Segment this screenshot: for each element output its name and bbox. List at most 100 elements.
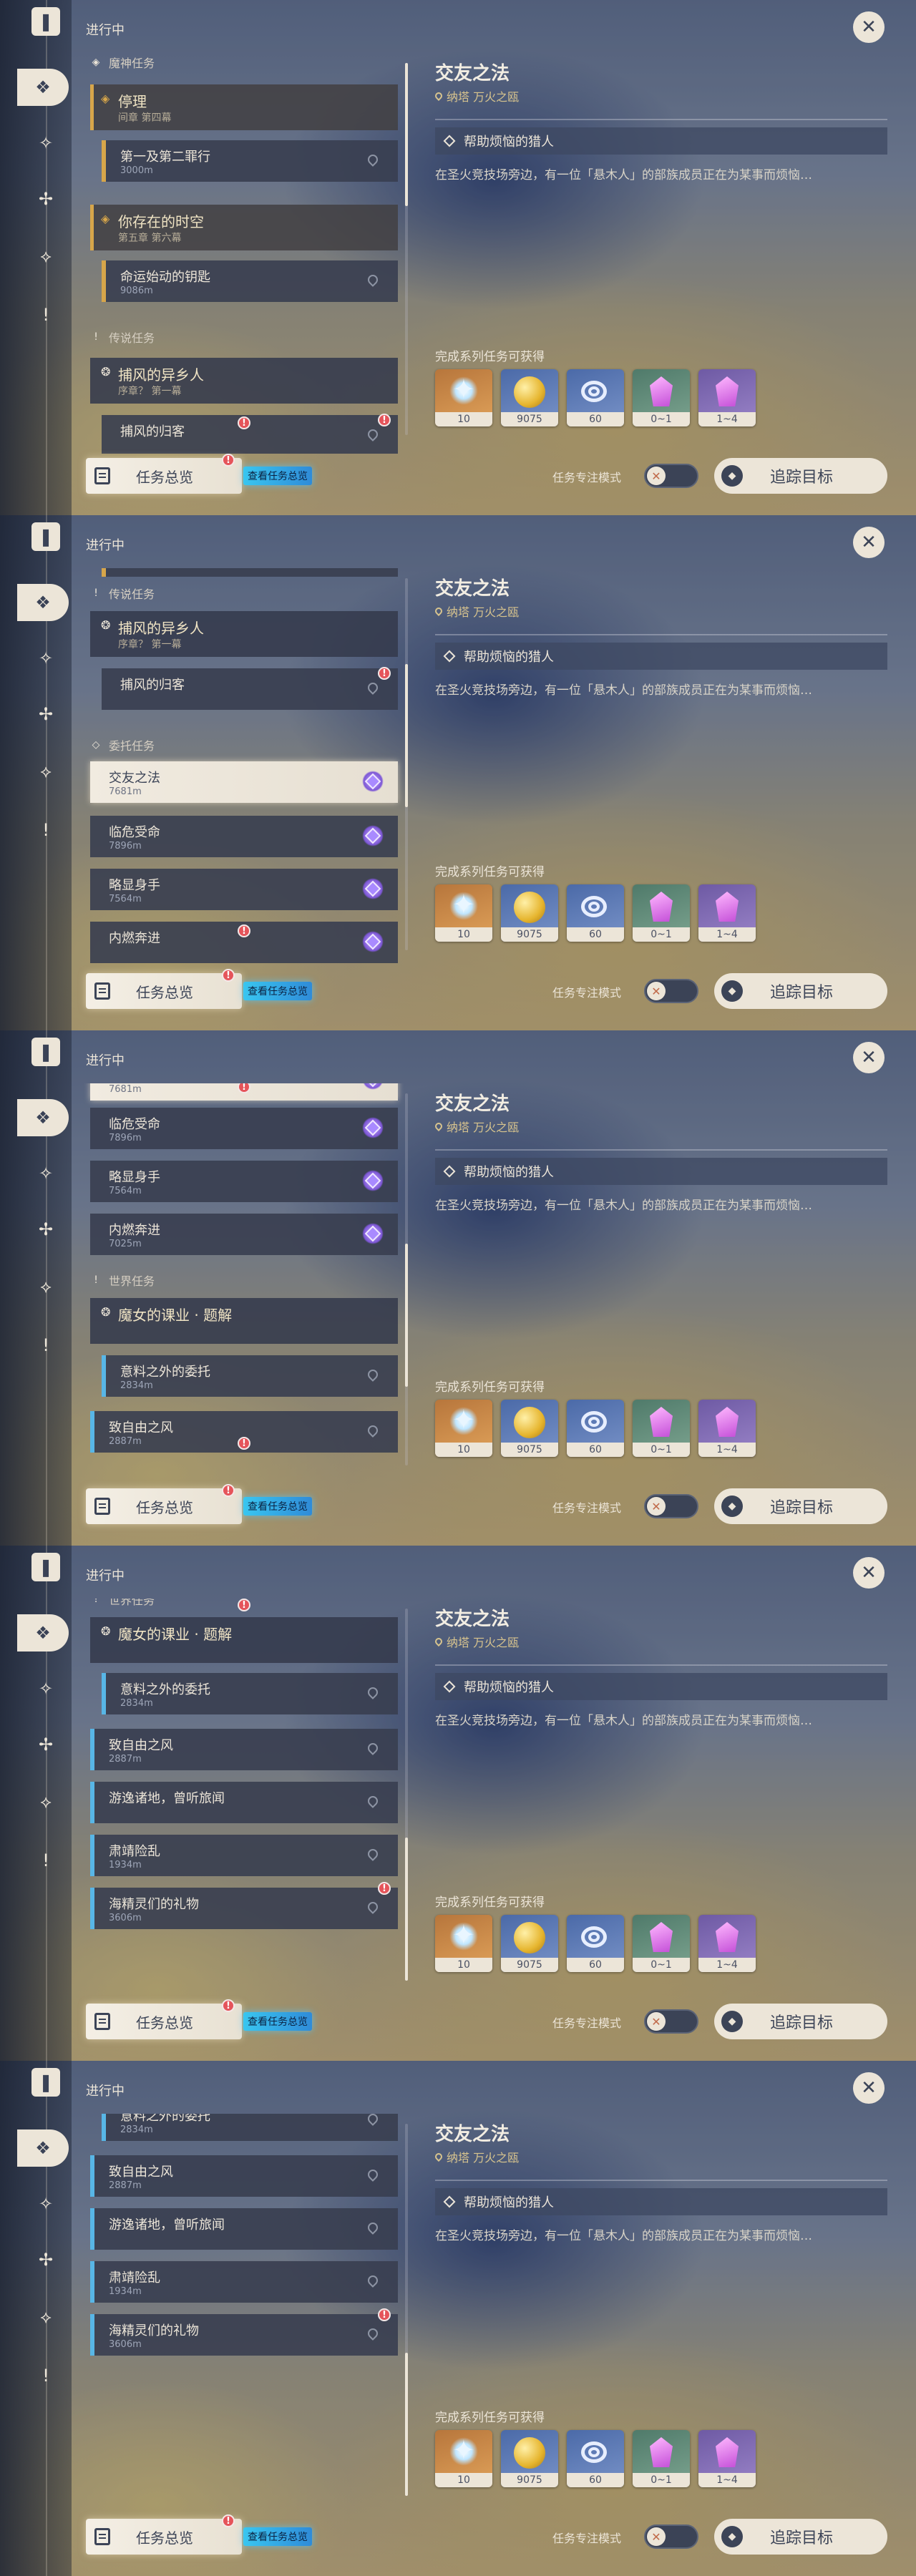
- important-quest-icon[interactable]: !: [31, 2361, 60, 2390]
- reward-item[interactable]: 1~4: [698, 2430, 756, 2487]
- scrollbar[interactable]: [405, 2124, 408, 2496]
- story-quest-icon[interactable]: ✢: [31, 185, 60, 213]
- reward-item[interactable]: 9075: [501, 1915, 558, 1972]
- reward-item[interactable]: 1~4: [698, 1915, 756, 1972]
- track-target-button[interactable]: ◆ 追踪目标: [714, 973, 887, 1009]
- quest-row[interactable]: 略显身手 7564m: [90, 869, 398, 910]
- view-overview-tag[interactable]: 查看任务总览: [243, 467, 312, 485]
- quest-book-icon[interactable]: ❚: [31, 522, 60, 551]
- quest-row[interactable]: 捕风的归客: [102, 668, 398, 710]
- quest-overview-button[interactable]: 任务总览: [86, 973, 242, 1009]
- scrollbar-thumb[interactable]: [405, 2353, 408, 2496]
- world-quest-icon[interactable]: ⟡: [31, 1272, 60, 1301]
- track-target-button[interactable]: ◆ 追踪目标: [714, 1488, 887, 1524]
- reward-item[interactable]: 0~1: [633, 884, 690, 942]
- quest-list[interactable]: 9086m !传说任务 ❂捕风的异乡人序章？ 第一幕 捕风的归客 ! ◇委托任务…: [83, 568, 404, 969]
- archon-quest-icon[interactable]: ✧: [31, 644, 60, 673]
- quest-row[interactable]: 内燃奔进 7025m: [90, 1214, 398, 1255]
- world-quest-icon[interactable]: ⟡: [31, 242, 60, 270]
- scrollbar-thumb[interactable]: [405, 664, 408, 807]
- reward-item[interactable]: 60: [567, 2430, 624, 2487]
- view-overview-tag[interactable]: 查看任务总览: [243, 2527, 312, 2546]
- quest-row[interactable]: 海精灵们的礼物 3606m: [90, 2314, 398, 2356]
- reward-item[interactable]: 9075: [501, 1400, 558, 1457]
- scrollbar[interactable]: [405, 1609, 408, 1981]
- story-quest-icon[interactable]: ✢: [31, 1730, 60, 1759]
- close-button[interactable]: ✕: [853, 1557, 885, 1589]
- reward-item[interactable]: 10: [435, 369, 492, 426]
- quest-row[interactable]: 游逸诸地，曾听旅闻: [90, 2208, 398, 2250]
- all-quests-icon[interactable]: ❖: [17, 584, 69, 621]
- reward-item[interactable]: 9075: [501, 2430, 558, 2487]
- chapter-row[interactable]: ❂ 魔女的课业 · 题解: [90, 1298, 398, 1344]
- chapter-row[interactable]: ◈ 你存在的时空 第五章 第六幕: [90, 205, 398, 250]
- important-quest-icon[interactable]: !: [31, 301, 60, 329]
- story-quest-icon[interactable]: ✢: [31, 1215, 60, 1244]
- quest-row[interactable]: 肃靖险乱 1934m: [90, 2261, 398, 2303]
- chapter-row[interactable]: ◈ 停理 间章 第四幕: [90, 84, 398, 130]
- reward-item[interactable]: 10: [435, 1915, 492, 1972]
- track-target-button[interactable]: ◆ 追踪目标: [714, 2519, 887, 2555]
- quest-overview-button[interactable]: 任务总览: [86, 2519, 242, 2555]
- quest-row[interactable]: 肃靖险乱 1934m: [90, 1835, 398, 1876]
- archon-quest-icon[interactable]: ✧: [31, 2190, 60, 2218]
- scrollbar-thumb[interactable]: [405, 63, 408, 206]
- focus-mode-toggle[interactable]: ✕: [644, 979, 698, 1003]
- quest-book-icon[interactable]: ❚: [31, 1553, 60, 1581]
- reward-item[interactable]: 9075: [501, 369, 558, 426]
- quest-row[interactable]: 临危受命 7896m: [90, 1108, 398, 1149]
- quest-list[interactable]: ◈ 魔神任务 ◈ 停理 间章 第四幕 第一及第二罪行 3000m ◈ 你存在的时空 第五章 …: [83, 53, 404, 454]
- reward-item[interactable]: 60: [567, 1915, 624, 1972]
- quest-row[interactable]: 海精灵们的礼物 3606m: [90, 1888, 398, 1929]
- view-overview-tag[interactable]: 查看任务总览: [243, 1497, 312, 1516]
- view-overview-tag[interactable]: 查看任务总览: [243, 2012, 312, 2031]
- reward-item[interactable]: 1~4: [698, 884, 756, 942]
- track-target-button[interactable]: ◆ 追踪目标: [714, 458, 887, 494]
- close-button[interactable]: ✕: [853, 1042, 885, 1073]
- quest-overview-button[interactable]: 任务总览: [86, 2004, 242, 2039]
- important-quest-icon[interactable]: !: [31, 816, 60, 844]
- quest-row[interactable]: 略显身手 7564m: [90, 1161, 398, 1202]
- important-quest-icon[interactable]: !: [31, 1846, 60, 1875]
- focus-mode-toggle[interactable]: ✕: [644, 2524, 698, 2549]
- all-quests-icon[interactable]: ❖: [17, 1099, 69, 1136]
- quest-row[interactable]: 临危受命 7896m: [90, 816, 398, 857]
- reward-item[interactable]: 0~1: [633, 1400, 690, 1457]
- view-overview-tag[interactable]: 查看任务总览: [243, 982, 312, 1000]
- reward-item[interactable]: 0~1: [633, 2430, 690, 2487]
- all-quests-icon[interactable]: ❖: [17, 2129, 69, 2167]
- close-button[interactable]: ✕: [853, 2072, 885, 2104]
- reward-item[interactable]: 10: [435, 2430, 492, 2487]
- focus-mode-toggle[interactable]: ✕: [644, 464, 698, 488]
- world-quest-icon[interactable]: ⟡: [31, 1787, 60, 1816]
- quest-overview-button[interactable]: 任务总览: [86, 1488, 242, 1524]
- archon-quest-icon[interactable]: ✧: [31, 1674, 60, 1703]
- focus-mode-toggle[interactable]: ✕: [644, 1494, 698, 1518]
- reward-item[interactable]: 1~4: [698, 369, 756, 426]
- scrollbar[interactable]: [405, 1093, 408, 1465]
- reward-item[interactable]: 60: [567, 369, 624, 426]
- focus-mode-toggle[interactable]: ✕: [644, 2009, 698, 2034]
- quest-row[interactable]: 9086m: [102, 568, 398, 577]
- reward-item[interactable]: 1~4: [698, 1400, 756, 1457]
- quest-book-icon[interactable]: ❚: [31, 7, 60, 36]
- reward-item[interactable]: 10: [435, 1400, 492, 1457]
- story-quest-icon[interactable]: ✢: [31, 2245, 60, 2274]
- quest-overview-button[interactable]: 任务总览: [86, 458, 242, 494]
- quest-row[interactable]: 意料之外的委托 2834m: [102, 1355, 398, 1397]
- quest-list[interactable]: 7681m ! 临危受命 7896m 略显身手 7564m 内燃奔进 7025m ! 世…: [83, 1083, 404, 1484]
- quest-book-icon[interactable]: ❚: [31, 1038, 60, 1066]
- close-button[interactable]: ✕: [853, 11, 885, 43]
- quest-row[interactable]: 命运始动的钥匙 9086m: [102, 260, 398, 302]
- world-quest-icon[interactable]: ⟡: [31, 757, 60, 786]
- all-quests-icon[interactable]: ❖: [17, 69, 69, 106]
- scrollbar[interactable]: [405, 578, 408, 950]
- world-quest-icon[interactable]: ⟡: [31, 2303, 60, 2331]
- chapter-row[interactable]: ❂ 魔女的课业 · 题解: [90, 1617, 398, 1663]
- archon-quest-icon[interactable]: ✧: [31, 129, 60, 157]
- quest-row[interactable]: 游逸诸地，曾听旅闻: [90, 1782, 398, 1823]
- close-button[interactable]: ✕: [853, 527, 885, 558]
- scrollbar-thumb[interactable]: [405, 1838, 408, 1981]
- scrollbar-thumb[interactable]: [405, 1244, 408, 1387]
- quest-row[interactable]: 致自由之风 2887m: [90, 1729, 398, 1770]
